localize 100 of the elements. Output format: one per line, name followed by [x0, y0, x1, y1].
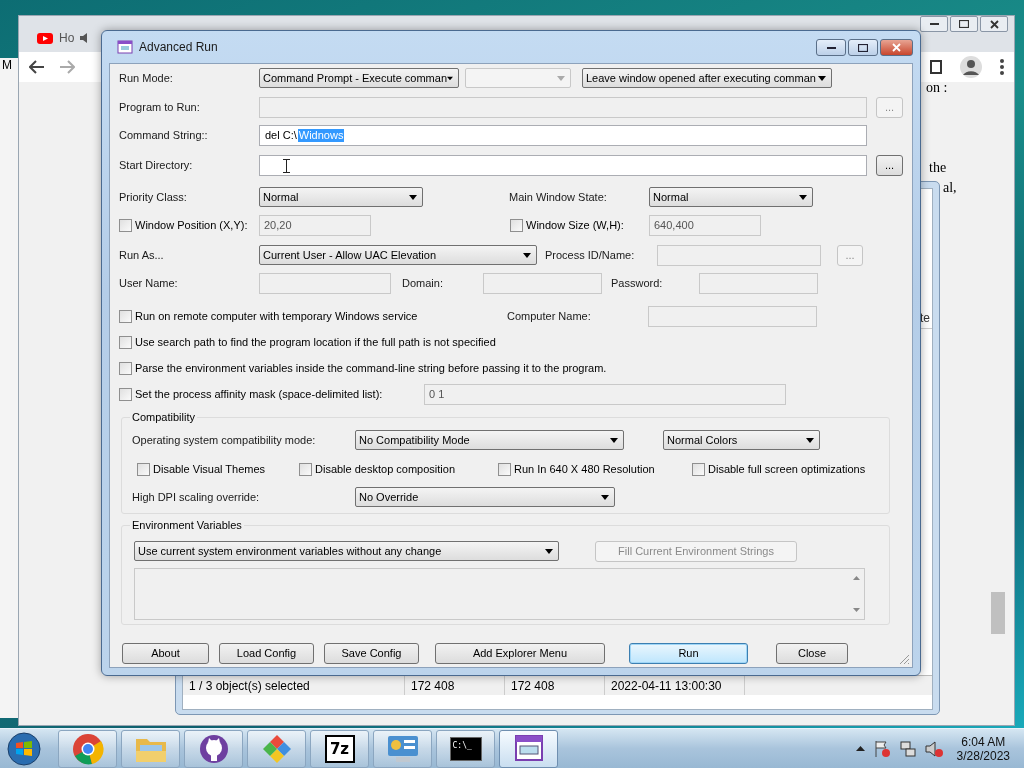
start-orb-icon[interactable]: [7, 731, 41, 766]
network-icon[interactable]: [898, 739, 917, 758]
dialog-button[interactable]: Save Config: [324, 642, 419, 664]
field-label: Command String::: [119, 129, 209, 141]
taskbar-button[interactable]: [58, 729, 117, 768]
dropdown[interactable]: Command Prompt - Execute comman: [259, 68, 459, 88]
checkbox-label: Set the process affinity mask (space-delimited list):: [135, 388, 383, 400]
forward-icon[interactable]: [59, 60, 75, 74]
dropdown[interactable]: Normal: [259, 187, 423, 207]
input-field[interactable]: 640,400: [649, 214, 761, 236]
taskbar-button[interactable]: C:\_: [436, 729, 495, 768]
dialog-button[interactable]: Load Config: [219, 642, 314, 664]
minimize-button[interactable]: [816, 39, 846, 56]
window-icon: [117, 40, 133, 54]
minimize-icon: [826, 46, 836, 49]
checkbox-label: Window Position (X,Y):: [135, 219, 248, 231]
input-field[interactable]: 0 1: [424, 383, 786, 405]
close-button[interactable]: [880, 39, 913, 56]
field-label: Run Mode:: [119, 72, 174, 84]
field-label: Main Window State:: [509, 191, 608, 203]
dialog-button[interactable]: Close: [776, 642, 848, 664]
scrollbar-thumb[interactable]: [991, 592, 1005, 634]
window-icon: [512, 733, 545, 764]
dropdown[interactable]: Normal Colors: [663, 430, 820, 450]
panel-icon[interactable]: [930, 60, 942, 74]
dropdown[interactable]: Normal: [649, 187, 813, 207]
dropdown[interactable]: [465, 68, 571, 88]
caret-icon: [806, 437, 814, 443]
caret-icon: [799, 194, 807, 200]
close-icon: [892, 43, 901, 52]
browse-button[interactable]: ...: [876, 154, 903, 176]
back-icon[interactable]: [29, 60, 45, 74]
minimize-button[interactable]: [920, 16, 948, 32]
checkbox-label: Disable desktop composition: [315, 463, 456, 475]
caret-icon: [523, 252, 531, 258]
taskbar-button[interactable]: [184, 729, 243, 768]
more-icon[interactable]: [1000, 59, 1004, 75]
input-field[interactable]: [699, 272, 818, 294]
taskbar-button[interactable]: [499, 729, 558, 768]
taskbar-button[interactable]: [247, 729, 306, 768]
checkbox[interactable]: [692, 462, 705, 476]
input-field[interactable]: [259, 272, 391, 294]
checkbox[interactable]: [119, 218, 132, 232]
input-field[interactable]: [648, 305, 817, 327]
close-button[interactable]: [980, 16, 1008, 32]
dialog-button[interactable]: About: [122, 642, 209, 664]
minimize-icon: [929, 23, 939, 25]
dropdown[interactable]: Current User - Allow UAC Elevation: [259, 245, 537, 265]
checkbox[interactable]: [299, 462, 312, 476]
avatar-icon[interactable]: [960, 56, 982, 78]
taskbar-button[interactable]: [373, 729, 432, 768]
maximize-button[interactable]: [950, 16, 978, 32]
field-label: Run As...: [119, 249, 165, 261]
checkbox[interactable]: [498, 462, 511, 476]
maximize-icon: [959, 20, 969, 28]
taskbar-button[interactable]: 7z: [310, 729, 369, 768]
window-text: M: [1, 58, 12, 72]
dropdown[interactable]: Leave window opened after executing comman: [582, 68, 832, 88]
window-title: Advanced Run: [139, 40, 218, 54]
caret-icon: [610, 437, 618, 443]
maximize-icon: [858, 43, 868, 52]
input-field[interactable]: del C:\ Widnows: [259, 124, 867, 146]
input-field[interactable]: [657, 244, 821, 266]
browser-tab[interactable]: Ho: [29, 24, 119, 52]
resize-grip-icon[interactable]: [899, 654, 910, 665]
checkbox[interactable]: [119, 335, 132, 349]
group-title: Environment Variables: [130, 519, 244, 531]
checkbox[interactable]: [119, 387, 132, 401]
console-icon: C:\_: [449, 736, 482, 761]
checkbox[interactable]: [119, 361, 132, 375]
input-field[interactable]: [483, 272, 602, 294]
field-label: Password:: [611, 277, 664, 289]
field-label: Operating system compatibility mode:: [132, 434, 317, 446]
dropdown[interactable]: Use current system environment variables without any change: [134, 541, 559, 561]
dropdown[interactable]: No Compatibility Mode: [355, 430, 624, 450]
scroll-down-icon[interactable]: [853, 608, 860, 612]
show-hidden-icon[interactable]: [855, 746, 865, 751]
maximize-button[interactable]: [848, 39, 878, 56]
dropdown[interactable]: No Override: [355, 487, 615, 507]
checkbox-label: Use search path to find the program location if the full path is not specified: [135, 336, 496, 348]
checkbox-label: Disable full screen optimizations: [708, 463, 866, 475]
checkbox[interactable]: [510, 218, 523, 232]
column-header[interactable]: te: [918, 307, 932, 328]
field-label: Program to Run:: [119, 101, 201, 113]
checkbox[interactable]: [137, 462, 150, 476]
clock[interactable]: 6:04 AM 3/28/2023: [956, 734, 1010, 763]
dialog-button[interactable]: Add Explorer Menu: [435, 642, 605, 664]
control-panel-icon: [385, 733, 420, 764]
scroll-up-icon[interactable]: [853, 576, 860, 580]
dialog-button[interactable]: Run: [629, 642, 748, 664]
field-label: Priority Class:: [119, 191, 188, 203]
checkbox[interactable]: [119, 309, 132, 323]
archiver-icon: 7z: [324, 734, 355, 763]
flag-icon[interactable]: [872, 739, 891, 758]
page-text: the: [929, 160, 947, 176]
checkbox-label: Window Size (W,H):: [526, 219, 624, 231]
input-field[interactable]: 20,20: [259, 214, 371, 236]
input-field[interactable]: [259, 154, 867, 176]
cat-logo-icon: [198, 733, 229, 764]
speaker-icon[interactable]: [924, 739, 943, 758]
